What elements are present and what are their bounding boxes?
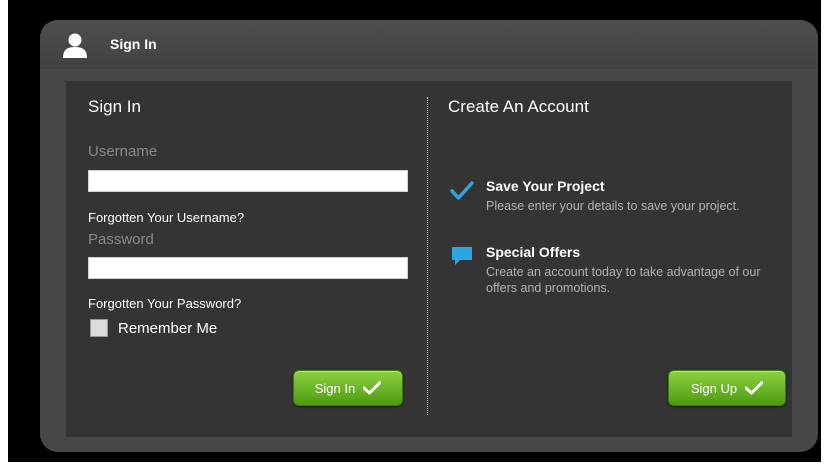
- username-label: Username: [88, 143, 158, 160]
- panel-body: Sign In Username Forgotten Your Username…: [66, 81, 792, 437]
- forgot-password-link[interactable]: Forgotten Your Password?: [88, 296, 241, 311]
- signin-title: Sign In: [88, 97, 141, 116]
- password-label: Password: [88, 231, 154, 248]
- create-account-title: Create An Account: [448, 97, 589, 116]
- feature-special-offers: Special Offers Create an account today t…: [448, 244, 792, 300]
- signin-button-label: Sign In: [314, 380, 356, 396]
- signin-panel: Sign In Sign In Username Forgotten Your …: [40, 20, 818, 452]
- create-account-section: Create An Account Save Your Project Plea…: [448, 81, 792, 437]
- signin-form: Sign In Username Forgotten Your Username…: [66, 81, 426, 437]
- forgot-username-link[interactable]: Forgotten Your Username?: [88, 210, 244, 225]
- signup-button-label: Sign Up: [690, 380, 738, 396]
- check-icon: [745, 381, 764, 395]
- column-divider: [427, 97, 428, 415]
- signup-button[interactable]: Sign Up: [668, 370, 786, 406]
- check-icon: [363, 381, 382, 395]
- panel-header: Sign In: [40, 20, 818, 69]
- checkmark-icon: [450, 181, 474, 200]
- signin-button[interactable]: Sign In: [293, 370, 403, 406]
- feature-save-project: Save Your Project Please enter your deta…: [448, 178, 792, 234]
- feature-title: Save Your Project: [486, 178, 605, 194]
- header-title: Sign In: [110, 36, 157, 52]
- username-input[interactable]: [88, 170, 408, 192]
- remember-me-checkbox[interactable]: [90, 319, 108, 337]
- window-frame: Sign In Sign In Username Forgotten Your …: [8, 0, 821, 462]
- feature-desc: Create an account today to take advantag…: [486, 265, 761, 295]
- feature-desc: Please enter your details to save your p…: [486, 199, 740, 213]
- feature-title: Special Offers: [486, 244, 581, 260]
- password-input[interactable]: [88, 257, 408, 279]
- speech-bubble-icon: [452, 247, 472, 265]
- remember-me-label: Remember Me: [118, 319, 218, 337]
- remember-me-toggle[interactable]: Remember Me: [90, 318, 217, 338]
- user-icon: [63, 33, 87, 58]
